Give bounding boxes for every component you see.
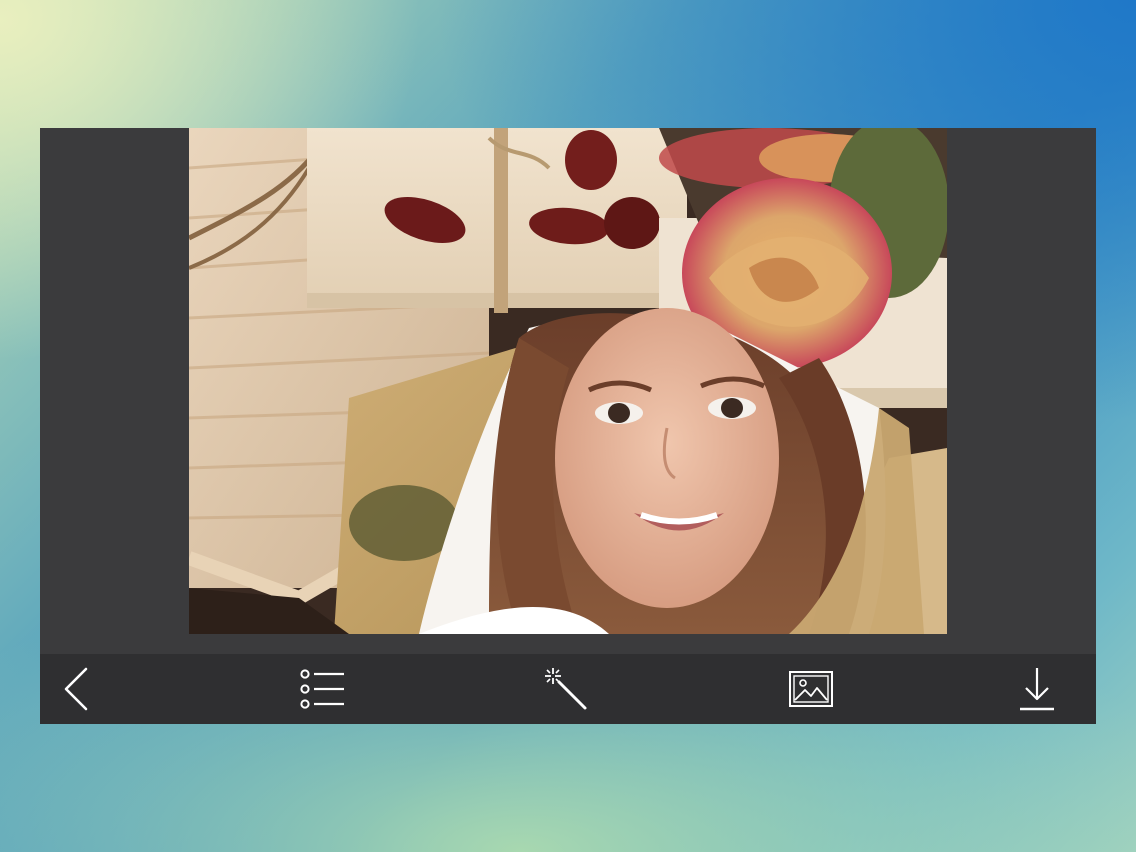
app-window bbox=[40, 128, 1096, 724]
save-button[interactable] bbox=[1002, 654, 1072, 724]
canvas-area bbox=[40, 128, 1096, 653]
image-icon bbox=[789, 671, 833, 707]
effects-button[interactable] bbox=[531, 654, 601, 724]
chevron-left-icon bbox=[64, 667, 88, 711]
magic-wand-icon bbox=[545, 668, 587, 710]
list-icon bbox=[300, 669, 344, 709]
bottom-toolbar bbox=[40, 654, 1096, 724]
photo-preview[interactable] bbox=[189, 128, 947, 634]
back-button[interactable] bbox=[42, 654, 112, 724]
frames-list-button[interactable] bbox=[288, 654, 358, 724]
photo-composite-image bbox=[189, 128, 947, 634]
gallery-button[interactable] bbox=[776, 654, 846, 724]
letter-stack bbox=[307, 128, 687, 313]
download-icon bbox=[1020, 668, 1054, 711]
